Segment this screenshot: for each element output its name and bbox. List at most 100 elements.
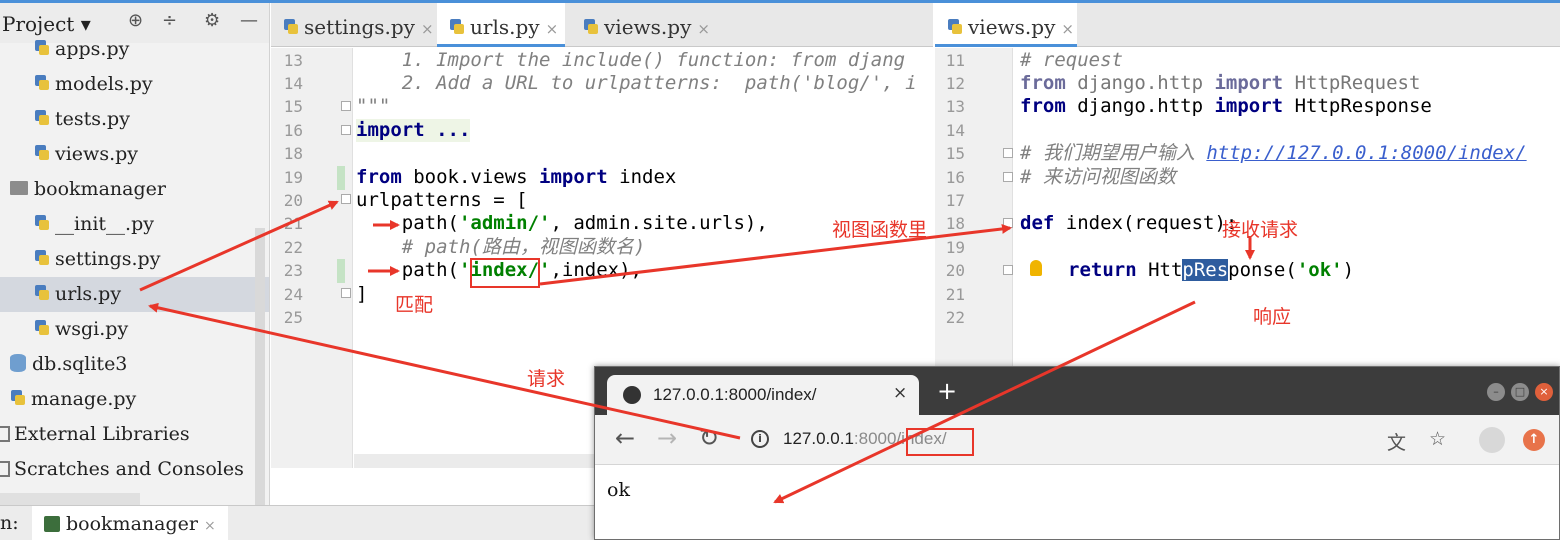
fold-icon[interactable]	[1003, 148, 1013, 158]
python-file-icon	[34, 39, 50, 57]
close-icon[interactable]: ×	[1061, 20, 1074, 38]
close-icon[interactable]: ×	[204, 518, 216, 534]
code-fragment: , admin.site.urls),	[550, 212, 768, 234]
tree-item-scratches[interactable]: Scratches and Consoles	[0, 452, 244, 487]
line-number: 13	[945, 97, 965, 116]
tree-item-tests-py[interactable]: tests.py	[34, 102, 130, 137]
fold-icon[interactable]	[1003, 218, 1013, 228]
left-editor-tabs: settings.py × urls.py × views.py ×	[271, 3, 933, 47]
fold-icon[interactable]	[1003, 172, 1013, 182]
tree-item-db-sqlite3[interactable]: db.sqlite3	[10, 347, 127, 382]
django-run-icon	[44, 516, 60, 532]
line-number: 13	[283, 51, 303, 70]
tree-item-wsgi-py[interactable]: wsgi.py	[34, 312, 128, 347]
line-number: 20	[945, 261, 965, 280]
module-name: book.views	[401, 166, 540, 188]
tab-views-py[interactable]: views.py ×	[571, 3, 711, 47]
comment-link[interactable]: http://127.0.0.1:8000/index/	[1206, 142, 1526, 164]
reload-icon[interactable]: ↻	[699, 424, 719, 452]
collapse-icon[interactable]: ÷	[162, 10, 177, 31]
close-icon[interactable]: ×	[697, 20, 710, 38]
tree-item-models-py[interactable]: models.py	[34, 67, 153, 102]
import-name: index	[607, 166, 677, 188]
close-icon[interactable]: ×	[421, 20, 434, 38]
keyword-from: from	[1020, 72, 1066, 94]
tree-item-urls-py[interactable]: urls.py	[0, 277, 269, 312]
tree-item-init-py[interactable]: __init__.py	[34, 207, 154, 242]
browser-tab[interactable]: 127.0.0.1:8000/index/ ×	[607, 375, 919, 415]
code-fragment: ponse(	[1228, 259, 1297, 281]
line-number: 12	[945, 74, 965, 93]
update-icon[interactable]: ↑	[1523, 429, 1545, 451]
tab-views-py-right[interactable]: views.py ×	[935, 3, 1077, 47]
tree-item-external-libraries[interactable]: External Libraries	[0, 417, 190, 452]
code-line-15: """	[356, 95, 391, 117]
keyword-from: from	[356, 166, 402, 188]
import-name: HttpRequest	[1283, 72, 1421, 94]
line-number: 23	[283, 261, 303, 280]
line-number: 19	[945, 238, 965, 257]
line-number: 15	[945, 144, 965, 163]
fold-icon[interactable]	[341, 125, 351, 135]
info-icon[interactable]: i	[751, 430, 769, 448]
tree-item-settings-py[interactable]: settings.py	[34, 242, 160, 277]
right-code-area[interactable]: # request from django.http import HttpRe…	[1014, 48, 1560, 368]
right-editor-tabs: views.py ×	[935, 3, 1560, 47]
line-number: 18	[283, 144, 303, 163]
code-line-15: # 我们期望用户输入 http://127.0.0.1:8000/index/	[1020, 142, 1527, 165]
string-literal: 'admin/'	[458, 212, 551, 234]
profile-avatar[interactable]	[1479, 427, 1505, 453]
translate-icon[interactable]: 文	[1387, 428, 1406, 455]
lightbulb-icon[interactable]	[1030, 260, 1042, 276]
change-marker	[337, 259, 345, 283]
python-file-icon	[10, 389, 26, 407]
close-icon[interactable]: ×	[546, 20, 559, 38]
tree-item-apps-py[interactable]: apps.py	[34, 32, 129, 67]
close-icon[interactable]: ×	[893, 383, 907, 403]
code-line-18: def index(request):	[1020, 212, 1237, 235]
fold-icon[interactable]	[341, 194, 351, 204]
code-line-13: 1. Import the include() function: from d…	[356, 49, 906, 71]
new-tab-button[interactable]: +	[937, 377, 957, 405]
bookmark-star-icon[interactable]: ☆	[1429, 428, 1446, 450]
keyword-import: import	[1214, 72, 1284, 94]
code-line-22: # path(路由，视图函数名)	[356, 236, 646, 258]
code-line-16: # 来访问视图函数	[1020, 166, 1176, 188]
code-line-16-folded-import[interactable]: import ...	[356, 119, 471, 142]
line-number: 21	[283, 214, 303, 233]
tree-item-manage-py[interactable]: manage.py	[10, 382, 136, 417]
right-editor-gutter: 11 12 13 14 15 16 17 18 19 20 21 22	[935, 48, 1013, 368]
python-file-icon	[583, 18, 599, 36]
string-literal: 'index/'	[458, 259, 551, 281]
code-fragment: )	[1342, 259, 1355, 281]
url-port: :8000	[853, 429, 897, 448]
tab-settings-py[interactable]: settings.py ×	[271, 3, 434, 47]
string-literal: 'ok'	[1296, 259, 1343, 281]
fold-icon[interactable]	[341, 288, 351, 298]
line-number: 15	[283, 97, 303, 116]
code-line-19: from book.views import index	[356, 166, 676, 189]
line-number: 21	[945, 285, 965, 304]
maximize-window-button[interactable]: □	[1511, 383, 1529, 401]
text-selection[interactable]: pRes	[1182, 259, 1229, 281]
fold-icon[interactable]	[341, 101, 351, 111]
project-scrollbar[interactable]	[255, 228, 265, 508]
tab-urls-py[interactable]: urls.py ×	[437, 3, 565, 47]
forward-icon[interactable]: →	[657, 424, 677, 452]
close-window-button[interactable]: ×	[1535, 383, 1553, 401]
minimize-icon[interactable]: —	[240, 10, 258, 31]
tree-item-views-py[interactable]: views.py	[34, 137, 138, 172]
line-number: 14	[945, 121, 965, 140]
tree-item-bookmanager[interactable]: bookmanager	[10, 172, 166, 207]
run-tab-bookmanager[interactable]: bookmanager ×	[32, 506, 228, 540]
back-icon[interactable]: ←	[615, 424, 635, 452]
python-file-icon	[947, 18, 963, 36]
minimize-window-button[interactable]: –	[1487, 383, 1505, 401]
python-file-icon	[34, 214, 50, 232]
line-number: 11	[945, 51, 965, 70]
address-bar[interactable]: 127.0.0.1:8000/index/	[783, 429, 947, 449]
fold-icon[interactable]	[1003, 265, 1013, 275]
target-icon[interactable]: ⊕	[128, 10, 143, 31]
url-path: /index/	[896, 429, 947, 448]
gear-icon[interactable]: ⚙	[204, 10, 220, 31]
